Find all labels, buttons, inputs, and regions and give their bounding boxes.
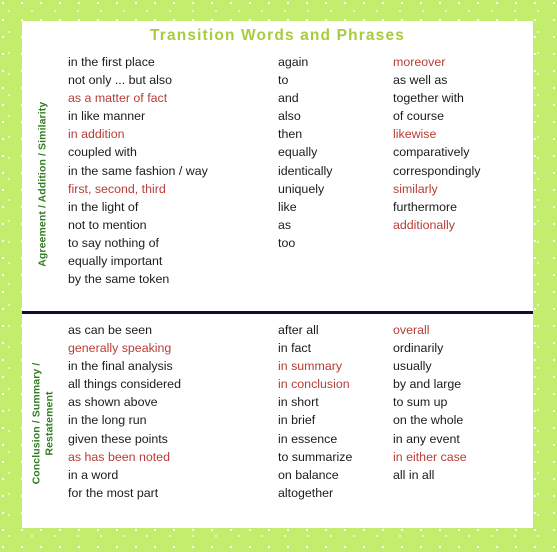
transition-phrase: in conclusion xyxy=(278,377,350,392)
transition-phrase: like xyxy=(278,199,297,214)
transition-phrase: in addition xyxy=(68,127,125,142)
section-agreement-column-1: in the first place not only ... but also a… xyxy=(68,53,278,288)
content-sheet: Transition Words and Phrases Agreement /… xyxy=(22,21,533,528)
transition-phrase: in fact xyxy=(278,341,312,356)
section-conclusion-label-text: Conclusion / Summary / Restatement xyxy=(31,363,56,485)
section-agreement: Agreement / Addition / Similarity in the… xyxy=(22,53,533,315)
section-conclusion-columns: as can be seen generally speaking in the f… xyxy=(68,321,533,526)
transition-phrase: all things considered xyxy=(68,377,181,392)
transition-phrase: similarly xyxy=(393,181,438,196)
transition-phrase: all in all xyxy=(393,467,435,482)
transition-phrase: after all xyxy=(278,323,319,337)
transition-phrase: equally important xyxy=(68,254,163,269)
transition-phrase: and xyxy=(278,91,299,106)
section-agreement-column-2: again to and also then equally identically uniq… xyxy=(278,53,388,252)
section-conclusion: Conclusion / Summary / Restatement as can… xyxy=(22,321,533,526)
transition-phrase: as has been noted xyxy=(68,449,170,464)
transition-phrase: on balance xyxy=(278,467,339,482)
transition-phrase: for the most part xyxy=(68,485,159,500)
transition-phrase: in either case xyxy=(393,449,467,464)
transition-phrase: generally speaking xyxy=(68,341,172,356)
transition-phrase: to summarize xyxy=(278,449,353,464)
transition-phrase: ordinarily xyxy=(393,341,444,356)
section-agreement-label-line: Agreement / Addition / Similarity xyxy=(36,101,49,267)
transition-phrase: to sum up xyxy=(393,395,448,410)
section-agreement-label-text: Agreement / Addition / Similarity xyxy=(37,101,50,266)
transition-phrase: comparatively xyxy=(393,145,470,160)
transition-phrase: equally xyxy=(278,145,318,160)
section-conclusion-column-1: as can be seen generally speaking in the f… xyxy=(68,321,278,502)
section-conclusion-label-line: Conclusion / Summary / xyxy=(30,362,43,485)
transition-phrase: in any event xyxy=(393,431,460,446)
transition-phrase: to say nothing of xyxy=(68,235,159,250)
transition-phrase: moreover xyxy=(393,55,446,69)
transition-phrase: again xyxy=(278,55,309,69)
transition-phrase: in the same fashion / way xyxy=(68,163,208,178)
section-conclusion-label-line: Restatement xyxy=(43,391,55,456)
page-title: Transition Words and Phrases xyxy=(150,27,405,44)
transition-phrase: additionally xyxy=(393,217,455,232)
transition-phrase: of course xyxy=(393,109,444,124)
transition-phrase: on the whole xyxy=(393,413,464,428)
section-agreement-column-3: moreover as well as together with of course… xyxy=(393,53,533,234)
transition-phrase: correspondingly xyxy=(393,163,481,178)
transition-phrase: by the same token xyxy=(68,272,170,287)
transition-phrase: likewise xyxy=(393,127,437,142)
transition-phrase: then xyxy=(278,127,303,142)
transition-phrase: in the final analysis xyxy=(68,359,173,374)
section-agreement-label: Agreement / Addition / Similarity xyxy=(22,53,64,315)
transition-phrase: in summary xyxy=(278,359,343,374)
transition-phrase: in short xyxy=(278,395,319,410)
transition-phrase: given these points xyxy=(68,431,168,446)
transition-phrase: as a matter of fact xyxy=(68,91,168,106)
transition-phrase: furthermore xyxy=(393,199,458,214)
transition-phrase: in brief xyxy=(278,413,316,428)
transition-phrase: coupled with xyxy=(68,145,137,160)
transition-phrase: usually xyxy=(393,359,432,374)
transition-phrase: also xyxy=(278,109,301,124)
transition-phrase: overall xyxy=(393,323,430,337)
transition-phrase: not to mention xyxy=(68,217,147,232)
transition-phrase: first, second, third xyxy=(68,181,166,196)
transition-phrase: by and large xyxy=(393,377,462,392)
transition-phrase: as xyxy=(278,217,292,232)
transition-phrase: too xyxy=(278,235,296,250)
transition-phrase: to xyxy=(278,73,289,88)
transition-phrase: as shown above xyxy=(68,395,158,410)
section-conclusion-column-2: after all in fact in summary in conclusion i… xyxy=(278,321,388,502)
transition-phrase: in essence xyxy=(278,431,338,446)
transition-phrase: together with xyxy=(393,91,464,106)
transition-phrase: as well as xyxy=(393,73,448,88)
transition-phrase: in like manner xyxy=(68,109,146,124)
transition-phrase: uniquely xyxy=(278,181,325,196)
section-conclusion-column-3: overall ordinarily usually by and large to s… xyxy=(393,321,533,484)
transition-phrase: as can be seen xyxy=(68,323,153,337)
decorative-green-frame: Transition Words and Phrases Agreement /… xyxy=(0,0,557,552)
section-agreement-columns: in the first place not only ... but also a… xyxy=(68,53,533,315)
transition-phrase: in the long run xyxy=(68,413,147,428)
transition-phrase: altogether xyxy=(278,485,334,500)
transition-phrase: in a word xyxy=(68,467,119,482)
section-conclusion-label: Conclusion / Summary / Restatement xyxy=(22,321,64,526)
transition-phrase: in the light of xyxy=(68,199,139,214)
transition-phrase: not only ... but also xyxy=(68,73,173,88)
transition-phrase: in the first place xyxy=(68,55,155,69)
transition-phrase: identically xyxy=(278,163,333,178)
